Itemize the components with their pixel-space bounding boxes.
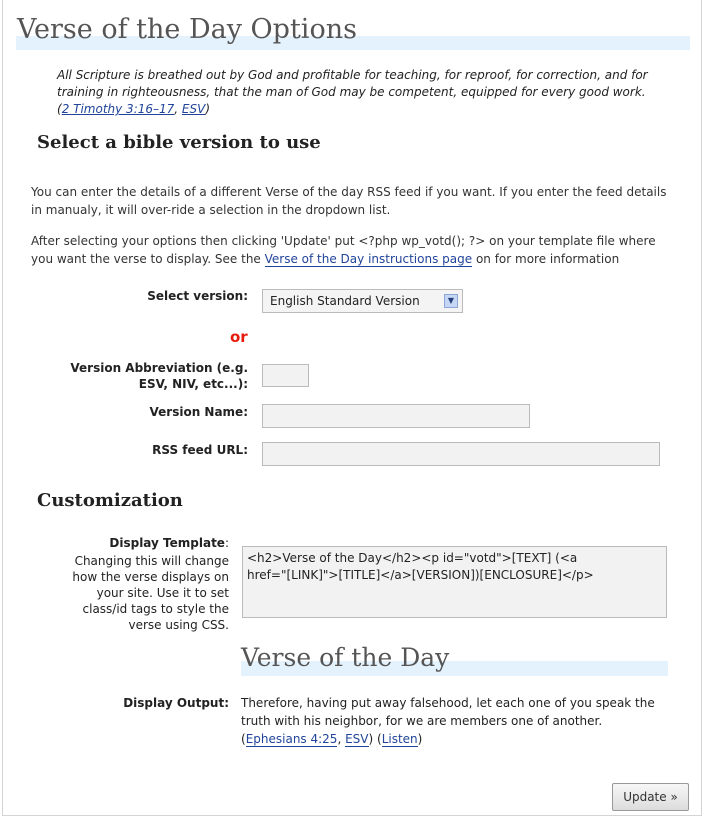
display-template-textarea[interactable]: <h2>Verse of the Day</h2><p id="votd">[T… — [242, 546, 667, 618]
feed-instructions: You can enter the details of a different… — [31, 185, 667, 217]
version-abbreviation-label: Version Abbreviation (e.g. ESV, NIV, etc.… — [70, 361, 248, 391]
output-version-link[interactable]: ESV — [345, 732, 369, 747]
display-output: Therefore, having put away falsehood, le… — [241, 696, 655, 747]
instructions-page-link[interactable]: Verse of the Day instructions page — [264, 252, 473, 267]
update-button[interactable]: Update » — [612, 783, 689, 811]
version-abbreviation-input[interactable] — [262, 364, 309, 387]
version-select-value: English Standard Version — [270, 294, 420, 308]
page-title: Verse of the Day Options — [17, 14, 357, 45]
version-select[interactable]: English Standard Version ▼ — [262, 289, 463, 313]
customization-heading: Customization — [37, 490, 183, 511]
quote-text: All Scripture is breathed out by God and… — [57, 68, 648, 99]
usage-instructions: After selecting your options then clicki… — [31, 234, 656, 267]
rss-feed-url-input[interactable] — [262, 442, 660, 466]
version-name-input[interactable] — [262, 404, 530, 428]
select-version-label: Select version: — [147, 289, 248, 303]
version-section-heading: Select a bible version to use — [37, 132, 321, 153]
output-verse-text: Therefore, having put away falsehood, le… — [241, 696, 655, 728]
chevron-down-icon[interactable]: ▼ — [444, 294, 458, 308]
display-template-help: Changing this will change how the verse … — [72, 554, 229, 632]
preview-heading: Verse of the Day — [241, 643, 450, 672]
display-output-label: Display Output: — [123, 696, 229, 710]
listen-link[interactable]: Listen — [381, 732, 418, 747]
rss-feed-url-label: RSS feed URL: — [152, 443, 248, 457]
quote-version-link[interactable]: ESV — [182, 102, 205, 116]
display-template-label: Display Template: — [109, 536, 229, 550]
scripture-quote: All Scripture is breathed out by God and… — [57, 68, 648, 116]
version-name-label: Version Name: — [149, 405, 249, 419]
output-reference-link[interactable]: Ephesians 4:25 — [245, 732, 338, 747]
or-separator: or — [230, 328, 248, 346]
quote-reference-link[interactable]: 2 Timothy 3:16–17 — [62, 102, 175, 116]
